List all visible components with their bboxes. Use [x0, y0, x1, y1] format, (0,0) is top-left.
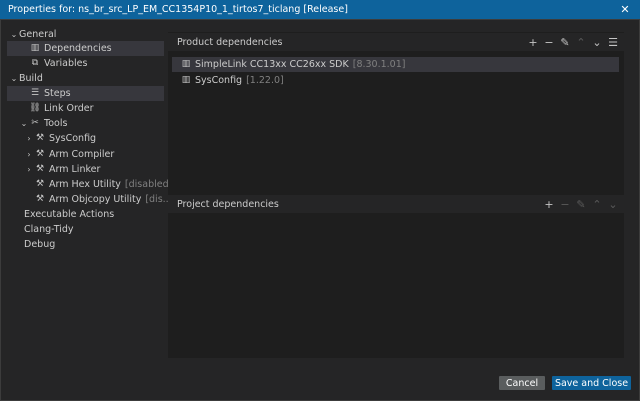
- project-dependencies-toolbar: + − ✎ ⌃ ⌄: [542, 196, 620, 212]
- sidebar-item-dependencies[interactable]: ▥ Dependencies: [7, 41, 164, 56]
- sidebar-item-label: Arm Linker: [49, 164, 101, 175]
- sidebar-item-build[interactable]: ⌄ Build: [9, 71, 43, 86]
- sidebar-item-label: Clang-Tidy: [24, 224, 74, 235]
- sidebar-item-label: Arm Objcopy Utility: [49, 194, 142, 205]
- dependency-version: [1.22.0]: [246, 75, 284, 86]
- sidebar-item-tools[interactable]: ⌄ ✂ Tools: [19, 116, 68, 131]
- move-up-icon[interactable]: ⌃: [574, 34, 588, 50]
- section-title: Product dependencies: [177, 36, 283, 48]
- window-title: Properties for: ns_br_src_LP_EM_CC1354P1…: [8, 4, 348, 15]
- dependencies-panel: Product dependencies + − ✎ ⌃ ⌄ ☰ ▥ Simpl…: [168, 32, 624, 358]
- sidebar-item-clang-tidy[interactable]: Clang-Tidy: [24, 222, 74, 237]
- wrench-icon: ⚒: [35, 164, 45, 174]
- product-dependency-row[interactable]: ▥ SimpleLink CC13xx CC26xx SDK [8.30.1.0…: [172, 57, 619, 72]
- wrench-icon: ⚒: [35, 133, 45, 143]
- chevron-down-icon[interactable]: ⌄: [19, 119, 29, 128]
- chevron-down-icon[interactable]: ⌄: [9, 30, 19, 39]
- sidebar-item-executable-actions[interactable]: Executable Actions: [24, 207, 114, 222]
- edit-icon[interactable]: ✎: [574, 196, 588, 212]
- dependency-name: SysConfig: [195, 75, 243, 86]
- move-down-icon[interactable]: ⌄: [590, 34, 604, 50]
- sidebar-item-link-order[interactable]: ⛓ Link Order: [29, 101, 93, 116]
- move-up-icon[interactable]: ⌃: [590, 196, 604, 212]
- sidebar-item-label: Executable Actions: [24, 209, 115, 220]
- section-title: Project dependencies: [177, 198, 279, 210]
- link-icon: ⛓: [29, 103, 41, 113]
- cancel-button[interactable]: Cancel: [499, 376, 545, 390]
- sidebar-item-label: Tools: [44, 118, 68, 129]
- add-icon[interactable]: +: [542, 196, 556, 212]
- sidebar-item-steps[interactable]: ☰ Steps: [7, 86, 164, 101]
- chevron-down-icon[interactable]: ⌄: [9, 74, 19, 83]
- list-icon: ☰: [30, 88, 40, 98]
- sidebar-item-label: Arm Compiler: [49, 149, 115, 160]
- wrench-icon: ⚒: [35, 179, 45, 189]
- sidebar-item-label: Link Order: [44, 103, 94, 114]
- product-dependencies-header: Product dependencies + − ✎ ⌃ ⌄ ☰: [168, 33, 624, 51]
- sidebar-item-arm-compiler[interactable]: › ⚒ Arm Compiler: [24, 147, 114, 162]
- sidebar-item-label: Variables: [44, 58, 88, 69]
- list-view-icon[interactable]: ☰: [606, 34, 620, 50]
- chevron-right-icon[interactable]: ›: [24, 150, 34, 159]
- sidebar-item-arm-objcopy-utility[interactable]: ⚒ Arm Objcopy Utility [dis...: [34, 192, 172, 207]
- move-down-icon[interactable]: ⌄: [606, 196, 620, 212]
- product-dependencies-toolbar: + − ✎ ⌃ ⌄ ☰: [526, 34, 620, 50]
- library-icon: ▥: [181, 75, 191, 85]
- add-icon[interactable]: +: [526, 34, 540, 50]
- project-dependencies-header: Project dependencies + − ✎ ⌃ ⌄: [168, 195, 624, 213]
- sidebar-item-sysconfig[interactable]: › ⚒ SysConfig: [24, 131, 96, 146]
- dependency-version: [8.30.1.01]: [352, 59, 406, 70]
- sidebar-item-label: Steps: [44, 88, 71, 99]
- sidebar-item-label: General: [19, 29, 57, 40]
- product-dependency-row[interactable]: ▥ SysConfig [1.22.0]: [180, 73, 284, 88]
- sidebar-item-label: Debug: [24, 239, 56, 250]
- sidebar-item-label: Dependencies: [44, 43, 112, 54]
- sidebar-item-label: Build: [19, 73, 43, 84]
- edit-icon[interactable]: ✎: [558, 34, 572, 50]
- close-icon[interactable]: ✕: [618, 2, 632, 16]
- wrench-icon: ⚒: [35, 194, 45, 204]
- remove-icon[interactable]: −: [558, 196, 572, 212]
- sidebar-item-label: Arm Hex Utility: [49, 179, 121, 190]
- tools-icon: ✂: [31, 118, 39, 128]
- chevron-right-icon[interactable]: ›: [24, 134, 34, 143]
- sidebar-item-variables[interactable]: ⧉ Variables: [29, 56, 88, 71]
- sidebar-item-arm-hex-utility[interactable]: ⚒ Arm Hex Utility [disabled]: [34, 177, 172, 192]
- chevron-right-icon[interactable]: ›: [24, 165, 34, 174]
- sidebar-item-debug[interactable]: Debug: [24, 237, 55, 252]
- save-and-close-button[interactable]: Save and Close: [552, 376, 631, 390]
- library-icon: ▥: [30, 43, 40, 53]
- library-icon: ▥: [181, 59, 191, 69]
- dependency-name: SimpleLink CC13xx CC26xx SDK: [195, 59, 349, 70]
- wrench-icon: ⚒: [35, 149, 45, 159]
- sidebar-item-arm-linker[interactable]: › ⚒ Arm Linker: [24, 162, 100, 177]
- remove-icon[interactable]: −: [542, 34, 556, 50]
- disabled-label: [disabled]: [124, 179, 173, 190]
- window-titlebar: Properties for: ns_br_src_LP_EM_CC1354P1…: [0, 0, 640, 19]
- variable-icon: ⧉: [31, 58, 39, 68]
- sidebar-item-general[interactable]: ⌄ General: [9, 27, 57, 42]
- properties-sidebar: ⌄ General ▥ Dependencies ⧉ Variables ⌄ B…: [7, 23, 172, 358]
- sidebar-item-label: SysConfig: [49, 133, 97, 144]
